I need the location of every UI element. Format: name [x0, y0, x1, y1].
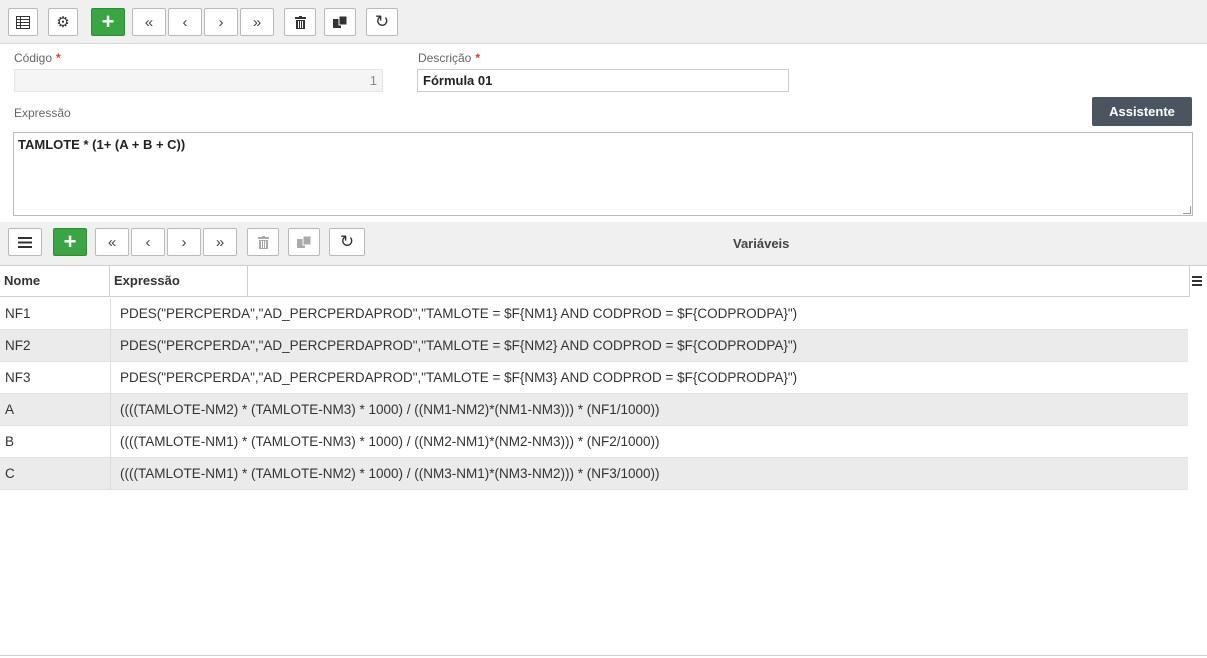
first-variable-button[interactable]: « — [95, 228, 129, 256]
table-row[interactable]: NF2 PDES("PERCPERDA","AD_PERCPERDAPROD",… — [0, 330, 1188, 362]
expressao-label: Expressão — [14, 106, 71, 120]
duplicate-variable-button[interactable] — [288, 228, 320, 256]
column-header-nome[interactable]: Nome — [0, 266, 110, 296]
codigo-value: 1 — [369, 73, 377, 88]
expressao-textarea[interactable]: TAMLOTE * (1+ (A + B + C)) — [13, 132, 1193, 216]
expressao-value: TAMLOTE * (1+ (A + B + C)) — [18, 137, 186, 152]
main-toolbar: ⚙ + « ‹ › » ↻ — [0, 0, 1207, 44]
cell-nome: NF2 — [5, 338, 31, 353]
delete-button[interactable] — [284, 8, 316, 36]
first-record-button[interactable]: « — [132, 8, 166, 36]
cell-nome: A — [5, 402, 15, 417]
duplicate-button[interactable] — [324, 8, 356, 36]
cell-nome: NF3 — [5, 370, 31, 385]
refresh-variables-button[interactable]: ↻ — [329, 228, 365, 256]
table-row[interactable]: A ((((TAMLOTE-NM2) * (TAMLOTE-NM3) * 100… — [0, 394, 1188, 426]
descricao-field[interactable]: Fórmula 01 — [417, 69, 789, 92]
copy-icon — [297, 236, 311, 248]
codigo-field[interactable]: 1 — [14, 69, 383, 92]
plus-icon: + — [63, 229, 77, 254]
list-view-button[interactable] — [8, 228, 42, 256]
last-record-button[interactable]: » — [240, 8, 274, 36]
last-icon: » — [252, 13, 262, 31]
required-marker: * — [475, 51, 481, 65]
required-marker: * — [56, 51, 61, 65]
refresh-button[interactable]: ↻ — [366, 8, 398, 36]
table-row[interactable]: C ((((TAMLOTE-NM1) * (TAMLOTE-NM2) * 100… — [0, 458, 1188, 490]
gear-icon: ⚙ — [56, 14, 70, 31]
previous-record-button[interactable]: ‹ — [168, 8, 202, 36]
copy-icon — [333, 16, 347, 28]
codigo-label: Código * — [14, 51, 61, 65]
descricao-value: Fórmula 01 — [423, 73, 493, 88]
codigo-label-text: Código — [14, 51, 53, 65]
table-row[interactable]: B ((((TAMLOTE-NM1) * (TAMLOTE-NM3) * 100… — [0, 426, 1188, 458]
column-menu-icon[interactable] — [1192, 276, 1202, 288]
cell-expressao: ((((TAMLOTE-NM1) * (TAMLOTE-NM3) * 1000)… — [110, 426, 1188, 458]
list-icon — [18, 236, 32, 248]
assistente-button[interactable]: Assistente — [1092, 97, 1192, 126]
prev-icon: ‹ — [182, 13, 188, 31]
first-icon: « — [107, 233, 117, 251]
plus-icon: + — [101, 9, 115, 34]
column-header-filler — [248, 266, 1190, 296]
cell-expressao: PDES("PERCPERDA","AD_PERCPERDAPROD","TAM… — [110, 330, 1188, 362]
prev-icon: ‹ — [145, 233, 151, 251]
column-header-expressao[interactable]: Expressão — [110, 266, 248, 296]
first-icon: « — [144, 13, 154, 31]
table-row[interactable]: NF3 PDES("PERCPERDA","AD_PERCPERDAPROD",… — [0, 362, 1188, 394]
variaveis-grid-header: Nome Expressão — [0, 266, 1190, 297]
next-icon: › — [181, 233, 187, 251]
add-button[interactable]: + — [91, 8, 125, 36]
cell-expressao: ((((TAMLOTE-NM2) * (TAMLOTE-NM3) * 1000)… — [110, 394, 1188, 426]
last-variable-button[interactable]: » — [203, 228, 237, 256]
cell-nome: C — [5, 466, 15, 481]
cell-nome: NF1 — [5, 306, 31, 321]
descricao-label: Descrição * — [418, 51, 480, 65]
descricao-label-text: Descrição — [418, 51, 472, 65]
previous-variable-button[interactable]: ‹ — [131, 228, 165, 256]
next-record-button[interactable]: › — [204, 8, 238, 36]
table-row[interactable]: NF1 PDES("PERCPERDA","AD_PERCPERDAPROD",… — [0, 298, 1188, 330]
last-icon: » — [215, 233, 225, 251]
next-icon: › — [218, 13, 224, 31]
trash-icon — [294, 15, 306, 29]
delete-variable-button[interactable] — [247, 228, 279, 256]
settings-button[interactable]: ⚙ — [48, 8, 78, 36]
resize-handle-icon[interactable] — [1183, 206, 1191, 214]
cell-expressao: ((((TAMLOTE-NM1) * (TAMLOTE-NM2) * 1000)… — [110, 458, 1188, 490]
variaveis-title: Variáveis — [733, 236, 790, 251]
trash-icon — [257, 235, 269, 249]
grid-icon — [16, 15, 30, 29]
refresh-icon: ↻ — [374, 12, 390, 31]
cell-expressao: PDES("PERCPERDA","AD_PERCPERDAPROD","TAM… — [110, 362, 1188, 394]
variaveis-toolbar: + « ‹ › » ↻ Variáveis — [0, 222, 1207, 266]
bottom-divider — [0, 655, 1207, 656]
add-variable-button[interactable]: + — [53, 228, 87, 256]
refresh-icon: ↻ — [339, 232, 355, 251]
cell-expressao: PDES("PERCPERDA","AD_PERCPERDAPROD","TAM… — [110, 298, 1188, 330]
next-variable-button[interactable]: › — [167, 228, 201, 256]
cell-nome: B — [5, 434, 15, 449]
grid-view-button[interactable] — [8, 8, 38, 36]
